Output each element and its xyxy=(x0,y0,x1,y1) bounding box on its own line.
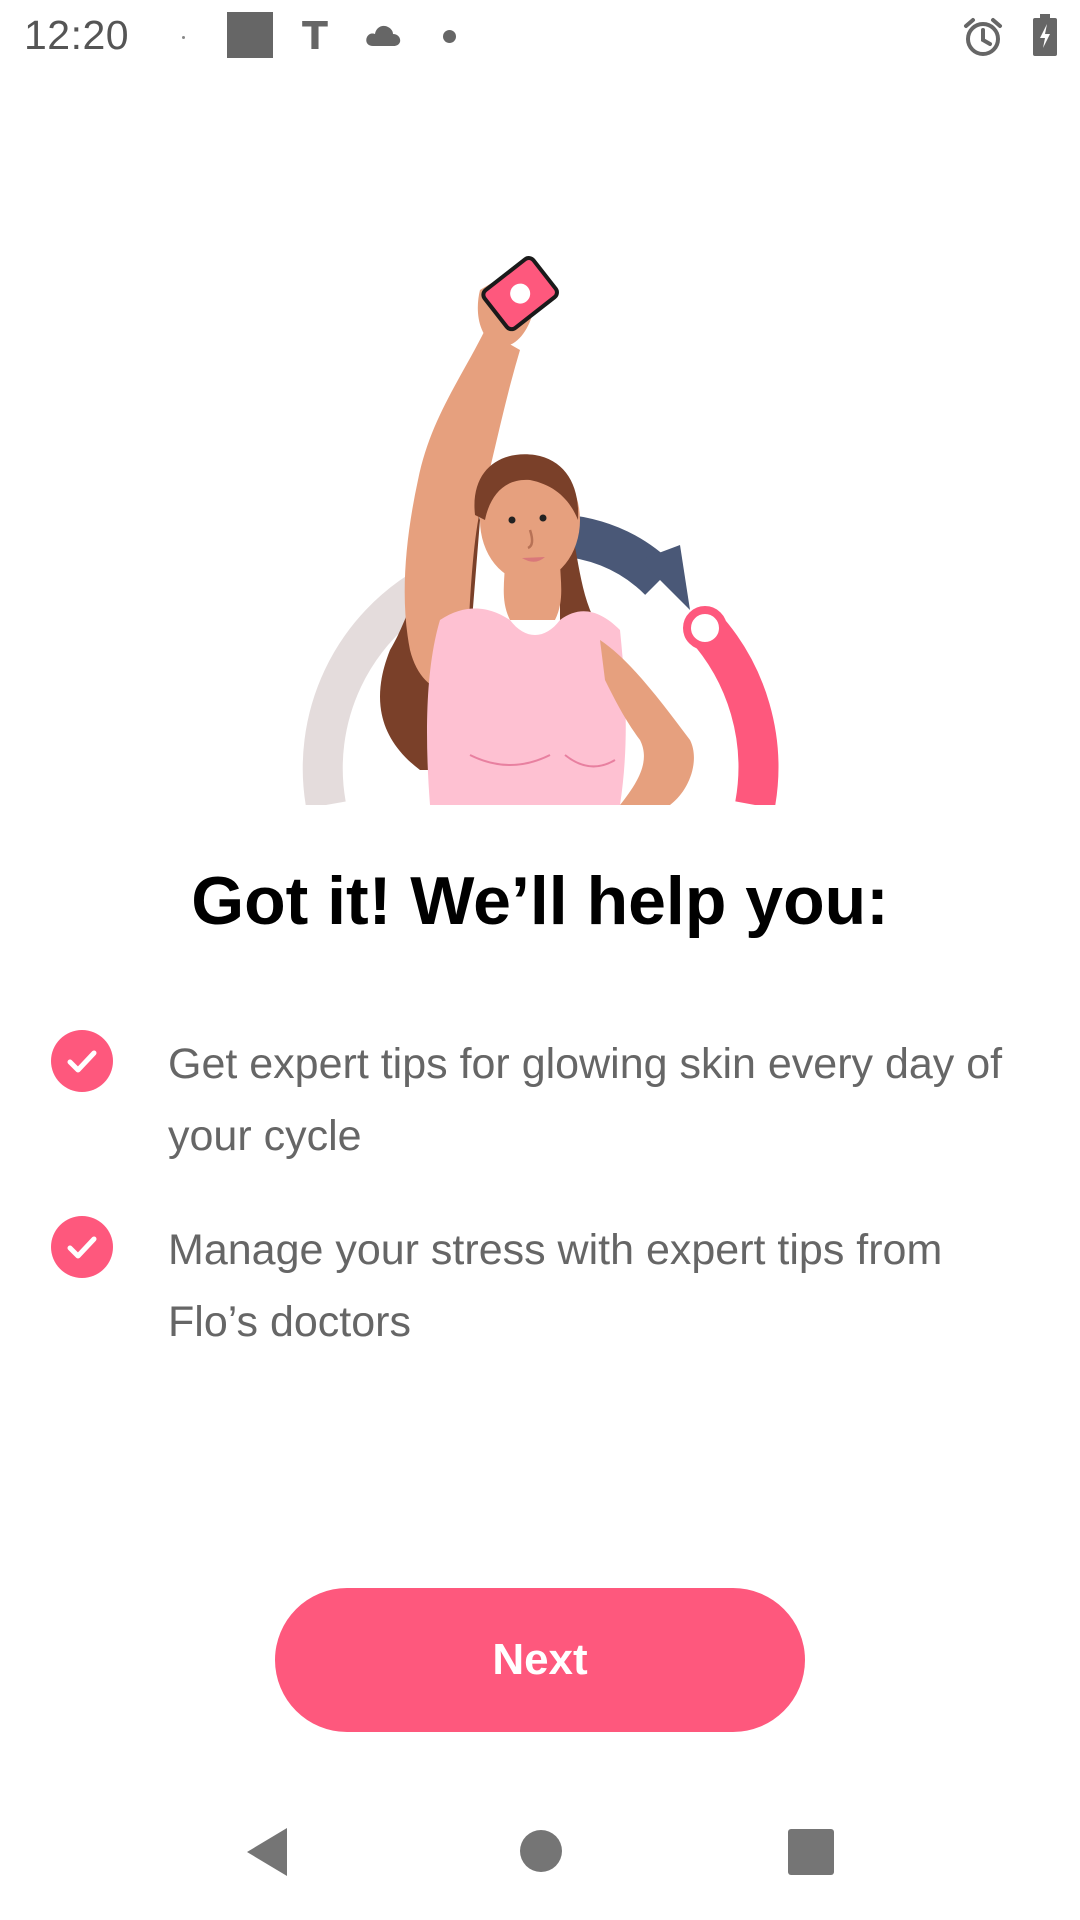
status-bar: 12:20 T xyxy=(0,0,1080,80)
navigation-bar xyxy=(0,1800,1080,1920)
back-icon[interactable] xyxy=(243,1826,291,1883)
status-time: 12:20 xyxy=(24,12,130,58)
next-button[interactable]: Next xyxy=(275,1588,805,1732)
benefit-text: Get expert tips for glowing skin every d… xyxy=(168,1040,1003,1160)
page-title: Got it! We’ll help you: xyxy=(191,863,889,939)
recents-icon[interactable] xyxy=(788,1829,834,1880)
alarm-icon xyxy=(962,16,1004,63)
square-icon xyxy=(227,12,273,58)
dot-icon xyxy=(182,36,185,39)
t-icon: T xyxy=(302,14,328,58)
woman-holding-phone-illustration xyxy=(0,240,1080,810)
cloud-icon xyxy=(364,20,402,53)
check-circle-icon xyxy=(51,1216,113,1278)
check-circle-icon xyxy=(51,1030,113,1092)
home-icon[interactable] xyxy=(519,1829,563,1878)
benefit-text: Manage your stress with expert tips from… xyxy=(168,1226,943,1346)
battery-charging-icon xyxy=(1033,14,1057,61)
dot-icon xyxy=(443,30,456,43)
